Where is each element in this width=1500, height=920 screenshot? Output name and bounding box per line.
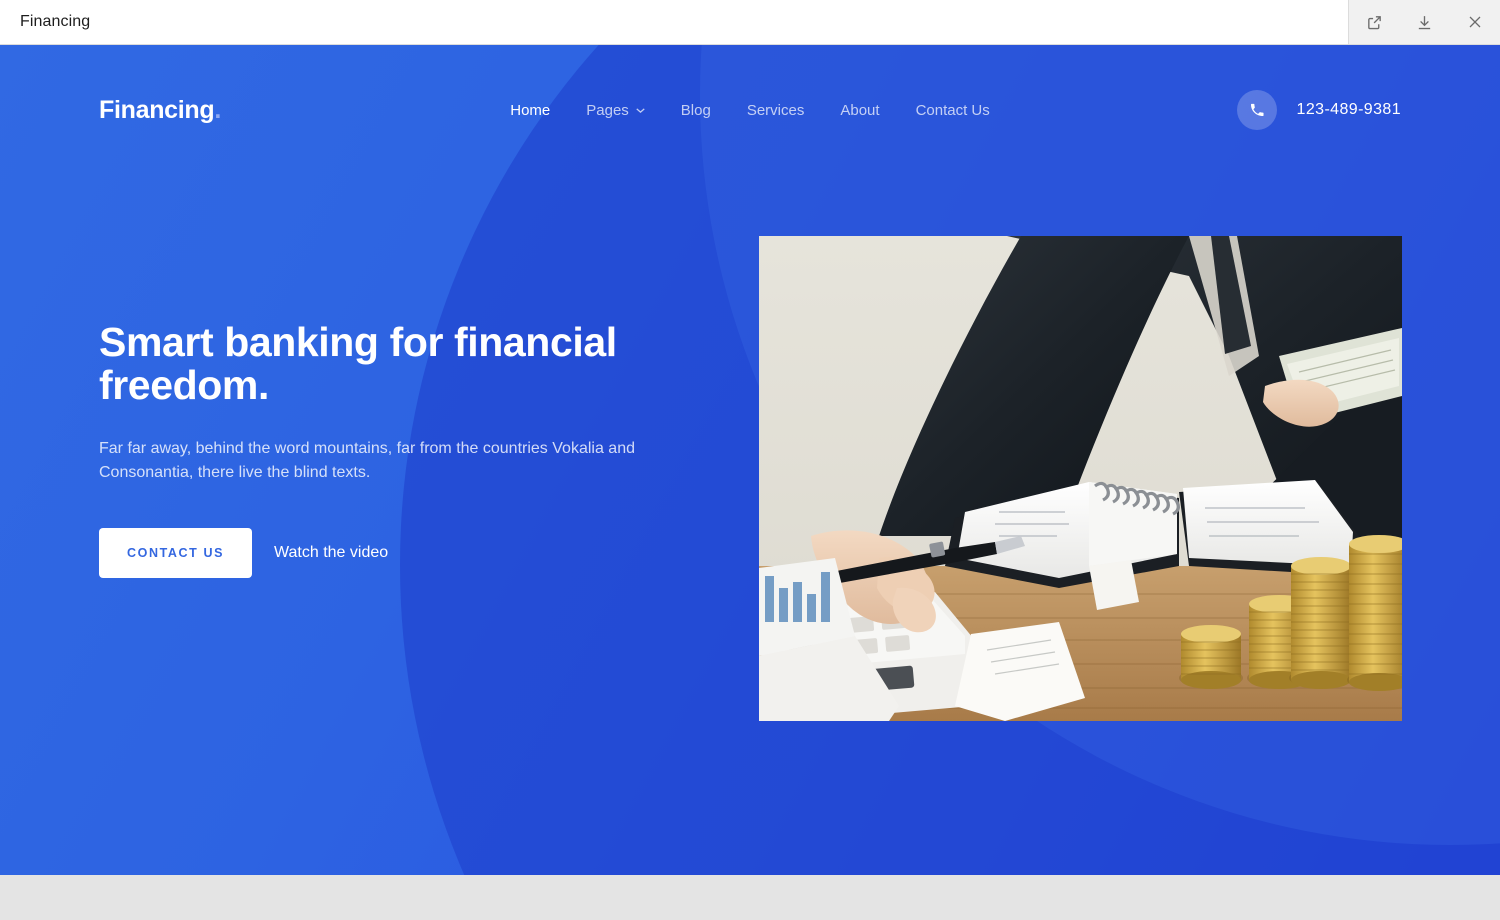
phone-number: 123-489-9381 — [1296, 101, 1401, 118]
close-icon — [1467, 14, 1483, 30]
download-button[interactable] — [1404, 2, 1444, 42]
nav-item-contact-us[interactable]: Contact Us — [916, 102, 990, 119]
watch-video-link[interactable]: Watch the video — [274, 544, 388, 562]
open-external-icon — [1366, 14, 1383, 31]
window-title: Financing — [20, 13, 91, 30]
close-button[interactable] — [1455, 2, 1495, 42]
hero-image-illustration — [759, 236, 1402, 721]
chevron-down-icon — [636, 106, 645, 115]
hero-subtitle: Far far away, behind the word mountains,… — [99, 439, 635, 482]
window-titlebar: Financing — [0, 0, 1500, 45]
hero-title: Smart banking for financial freedom. — [99, 319, 617, 409]
nav-item-services[interactable]: Services — [747, 102, 805, 119]
nav-item-pages[interactable]: Pages — [586, 102, 645, 119]
download-icon — [1416, 14, 1433, 31]
nav-item-home[interactable]: Home — [510, 102, 550, 119]
nav-item-label: Services — [746, 101, 805, 119]
nav-item-label: Home — [510, 101, 551, 119]
hero-content: Smart banking for financial freedom. Far… — [99, 319, 719, 578]
contact-us-button[interactable]: CONTACT US — [99, 527, 253, 578]
site-logo-text: Financing — [99, 95, 215, 124]
site-logo-dot: . — [214, 95, 222, 124]
nav-item-label: Contact Us — [915, 101, 990, 119]
header-phone[interactable]: 123-489-9381 — [1236, 90, 1401, 130]
hero-image — [759, 236, 1402, 721]
open-external-button[interactable] — [1354, 2, 1394, 42]
nav-item-label: About — [840, 101, 880, 119]
hero-section: Financing. Home Pages Blog Services Abou… — [0, 45, 1500, 875]
nav-item-blog[interactable]: Blog — [681, 102, 711, 119]
window-action-group — [1348, 0, 1500, 44]
site-logo[interactable]: Financing. — [99, 96, 221, 125]
nav-item-label: Pages — [586, 101, 629, 119]
page-background-below-hero — [0, 875, 1500, 920]
site-navbar: Financing. Home Pages Blog Services Abou… — [0, 45, 1500, 175]
hero-actions: CONTACT US Watch the video — [99, 527, 719, 578]
nav-item-label: Blog — [680, 101, 711, 119]
nav-item-about[interactable]: About — [840, 102, 879, 119]
phone-icon — [1236, 90, 1277, 130]
